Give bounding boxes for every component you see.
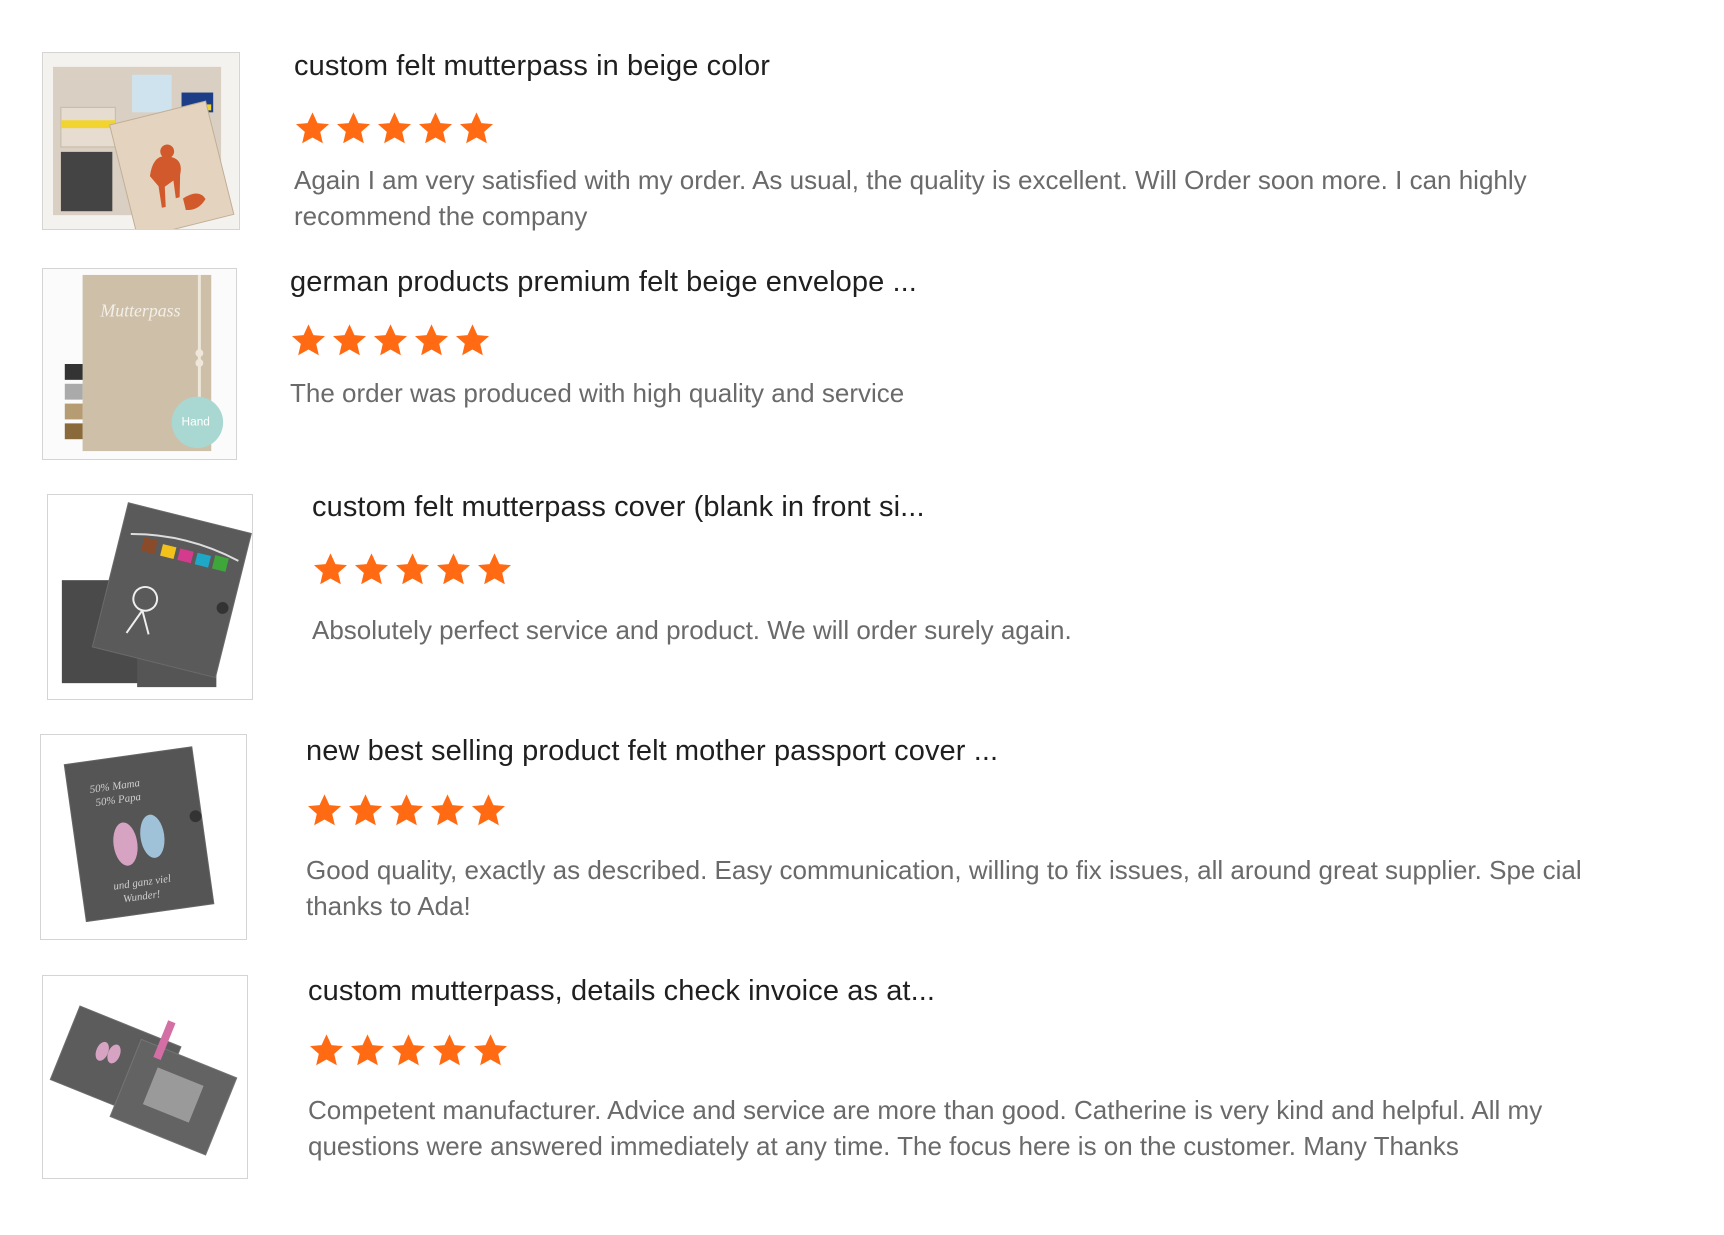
star-icon [310,1034,343,1066]
star-icon [351,1034,384,1066]
star-icon [431,794,464,826]
star-icon [456,324,489,356]
review-product-title[interactable]: custom felt mutterpass in beige color [294,50,770,83]
star-icon [474,1034,507,1066]
review-text: The order was produced with high quality… [290,378,905,408]
star-icon [355,553,388,585]
star-icon [374,324,407,356]
star-icon [308,794,341,826]
star-icon [337,112,370,144]
star-rating [290,322,491,359]
svg-text:Mutterpass: Mutterpass [99,301,180,321]
star-icon [433,1034,466,1066]
review-text: Again I am very satisfied with my order.… [294,165,1527,231]
review-product-title[interactable]: custom mutterpass, details check invoice… [308,975,935,1008]
star-rating [306,792,507,829]
star-icon [396,553,429,585]
grey-felt-cover-footprints-image[interactable]: 50% Mama 50% Papa und ganz viel Wunder! [40,734,247,940]
star-icon [390,794,423,826]
star-icon [478,553,511,585]
review-text: Good quality, exactly as described. Easy… [306,855,1582,921]
star-icon [378,112,411,144]
star-icon [296,112,329,144]
grey-felt-open-wallet-image[interactable] [42,975,248,1179]
star-icon [292,324,325,356]
review-product-title[interactable]: new best selling product felt mother pas… [306,735,998,768]
star-icon [333,324,366,356]
review-text: Competent manufacturer. Advice and servi… [308,1095,1543,1161]
star-icon [392,1034,425,1066]
svg-text:Hand: Hand [182,414,210,428]
grey-felt-cover-clothesline-image[interactable] [47,494,253,700]
star-icon [349,794,382,826]
star-icon [419,112,452,144]
star-icon [415,324,448,356]
star-rating [312,551,513,588]
review-text: Absolutely perfect service and product. … [312,615,1072,645]
star-icon [460,112,493,144]
review-product-title[interactable]: german products premium felt beige envel… [290,266,917,299]
review-product-title[interactable]: custom felt mutterpass cover (blank in f… [312,491,925,524]
star-icon [314,553,347,585]
star-rating [294,110,495,147]
beige-felt-envelope-image[interactable]: Mutterpass Hand [42,268,237,460]
beige-felt-mutterpass-fawn-image[interactable] [42,52,240,230]
star-icon [472,794,505,826]
star-rating [308,1032,509,1069]
star-icon [437,553,470,585]
